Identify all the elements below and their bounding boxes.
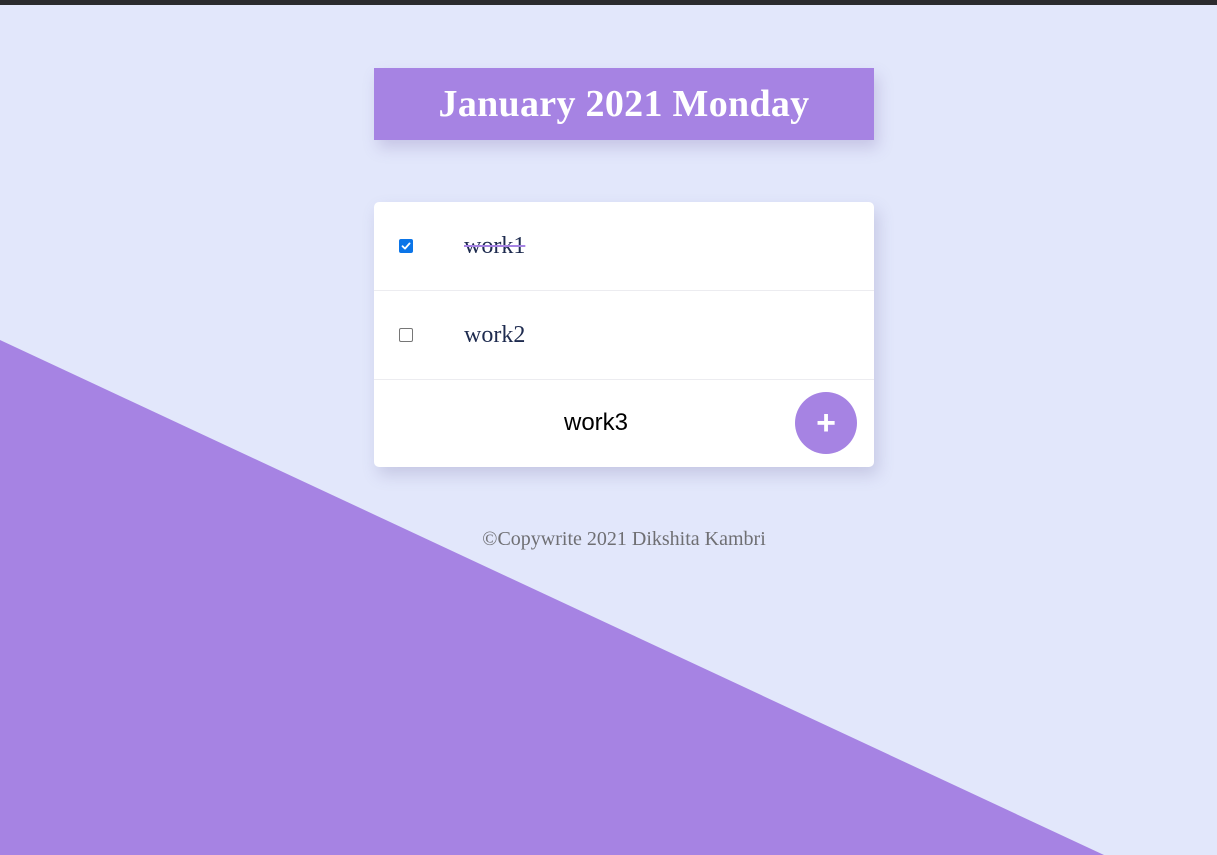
page-title: January 2021 Monday: [438, 83, 810, 125]
new-item-form: +: [374, 380, 874, 467]
todo-checkbox-unchecked[interactable]: [399, 328, 413, 342]
footer-copyright: ©Copywrite 2021 Dikshita Kambri: [482, 528, 766, 550]
todo-checkbox-checked[interactable]: [399, 239, 413, 253]
todo-item-work1: work1: [374, 202, 874, 291]
checkmark-icon: [401, 242, 411, 250]
new-item-input[interactable]: [464, 402, 728, 444]
todo-item-work2: work2: [374, 291, 874, 380]
window-top-strip: [0, 0, 1217, 5]
todo-item-label: work1: [464, 232, 526, 259]
add-item-button[interactable]: +: [795, 392, 857, 454]
todo-list-card: work1 work2 +: [374, 202, 874, 467]
todo-item-label: work2: [464, 321, 526, 348]
header-banner: January 2021 Monday: [374, 68, 874, 140]
